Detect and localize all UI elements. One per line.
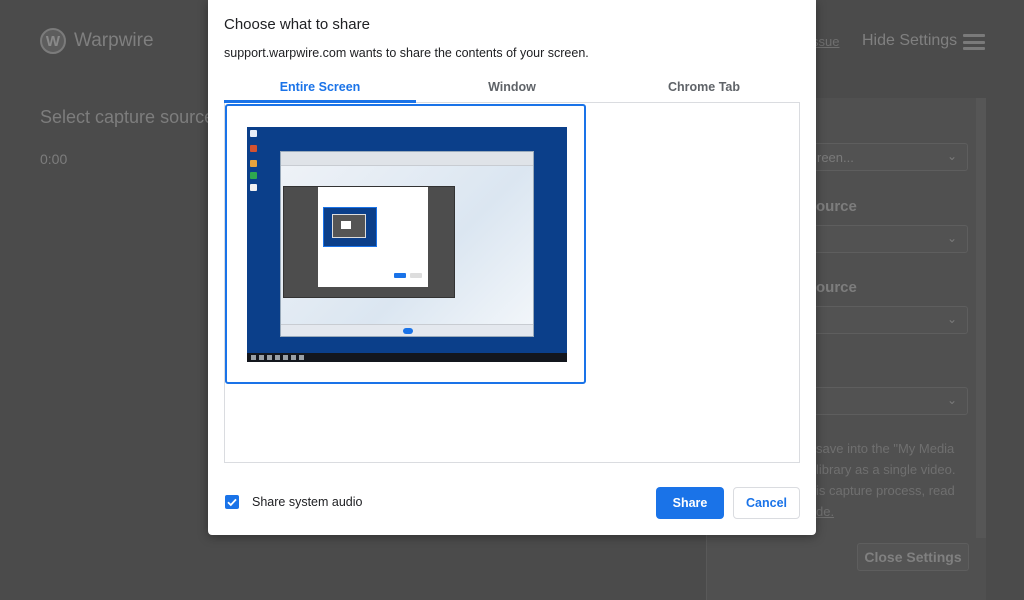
thumbnail-dialog bbox=[318, 187, 428, 287]
settings-scrollbar bbox=[976, 98, 986, 538]
desktop-icon bbox=[250, 160, 257, 167]
capture-source-title: Select capture source bbox=[40, 107, 215, 127]
audio-source-select: ⌄ bbox=[800, 306, 968, 334]
thumbnail-cancel-button bbox=[410, 273, 422, 278]
description-line: de. bbox=[816, 504, 835, 519]
desktop-icon bbox=[250, 145, 257, 152]
desktop-icon bbox=[250, 172, 257, 179]
thumbnail-share-button bbox=[394, 273, 406, 278]
thumbnail-browser-window bbox=[280, 151, 534, 337]
screen-thumbnail-icon bbox=[247, 127, 567, 362]
share-screen-dialog: Choose what to share support.warpwire.co… bbox=[208, 0, 816, 535]
tab-entire-screen[interactable]: Entire Screen bbox=[224, 73, 416, 103]
video-source-select: ⌄ bbox=[800, 225, 968, 253]
screen-source-value: reen... bbox=[817, 150, 854, 165]
quality-select: ⌄ bbox=[800, 387, 968, 415]
thumbnail-app bbox=[283, 186, 455, 298]
share-audio-checkbox[interactable] bbox=[225, 495, 239, 509]
desktop-icon bbox=[250, 130, 257, 137]
share-source-tabs: Entire Screen Window Chrome Tab bbox=[224, 73, 800, 103]
dialog-subtitle: support.warpwire.com wants to share the … bbox=[224, 46, 589, 60]
recording-timer: 0:00 bbox=[40, 151, 68, 167]
audio-source-label: ource bbox=[816, 279, 857, 296]
chevron-down-icon: ⌄ bbox=[946, 149, 957, 163]
hide-settings-link: Hide Settings bbox=[862, 32, 958, 49]
thumbnail-page bbox=[281, 166, 533, 326]
checkmark-icon bbox=[227, 498, 237, 507]
thumbnail-nested-screen bbox=[332, 214, 366, 238]
thumbnail-title-bar bbox=[281, 152, 533, 166]
tab-window[interactable]: Window bbox=[416, 73, 608, 103]
screen-source-select: reen... ⌄ bbox=[800, 143, 968, 171]
brand-name: Warpwire bbox=[74, 30, 154, 51]
description-line: library as a single video. bbox=[816, 462, 956, 477]
description-line: is capture process, read bbox=[816, 483, 955, 498]
cancel-button[interactable]: Cancel bbox=[733, 487, 800, 519]
entire-screen-option[interactable] bbox=[225, 104, 586, 384]
share-button[interactable]: Share bbox=[656, 487, 724, 519]
hamburger-menu-icon bbox=[963, 34, 985, 50]
video-source-label: ource bbox=[816, 198, 857, 215]
warpwire-logo-icon: W bbox=[40, 28, 66, 54]
thumbnail-footer bbox=[281, 324, 533, 336]
report-issue-link: ssue bbox=[812, 34, 840, 49]
dialog-title: Choose what to share bbox=[224, 16, 370, 33]
desktop-icon bbox=[250, 184, 257, 191]
close-settings-button: Close Settings bbox=[857, 543, 969, 571]
thumbnail-screen-card bbox=[323, 207, 377, 247]
thumbnail-taskbar bbox=[247, 353, 567, 362]
tab-chrome-tab[interactable]: Chrome Tab bbox=[608, 73, 800, 103]
warpwire-logo: W Warpwire bbox=[40, 28, 154, 54]
chevron-down-icon: ⌄ bbox=[946, 312, 957, 326]
description-line: save into the "My Media bbox=[816, 441, 955, 456]
share-audio-label: Share system audio bbox=[252, 495, 363, 509]
chevron-down-icon: ⌄ bbox=[946, 393, 957, 407]
chevron-down-icon: ⌄ bbox=[946, 231, 957, 245]
settings-description: save into the "My Media library as a sin… bbox=[816, 438, 966, 522]
